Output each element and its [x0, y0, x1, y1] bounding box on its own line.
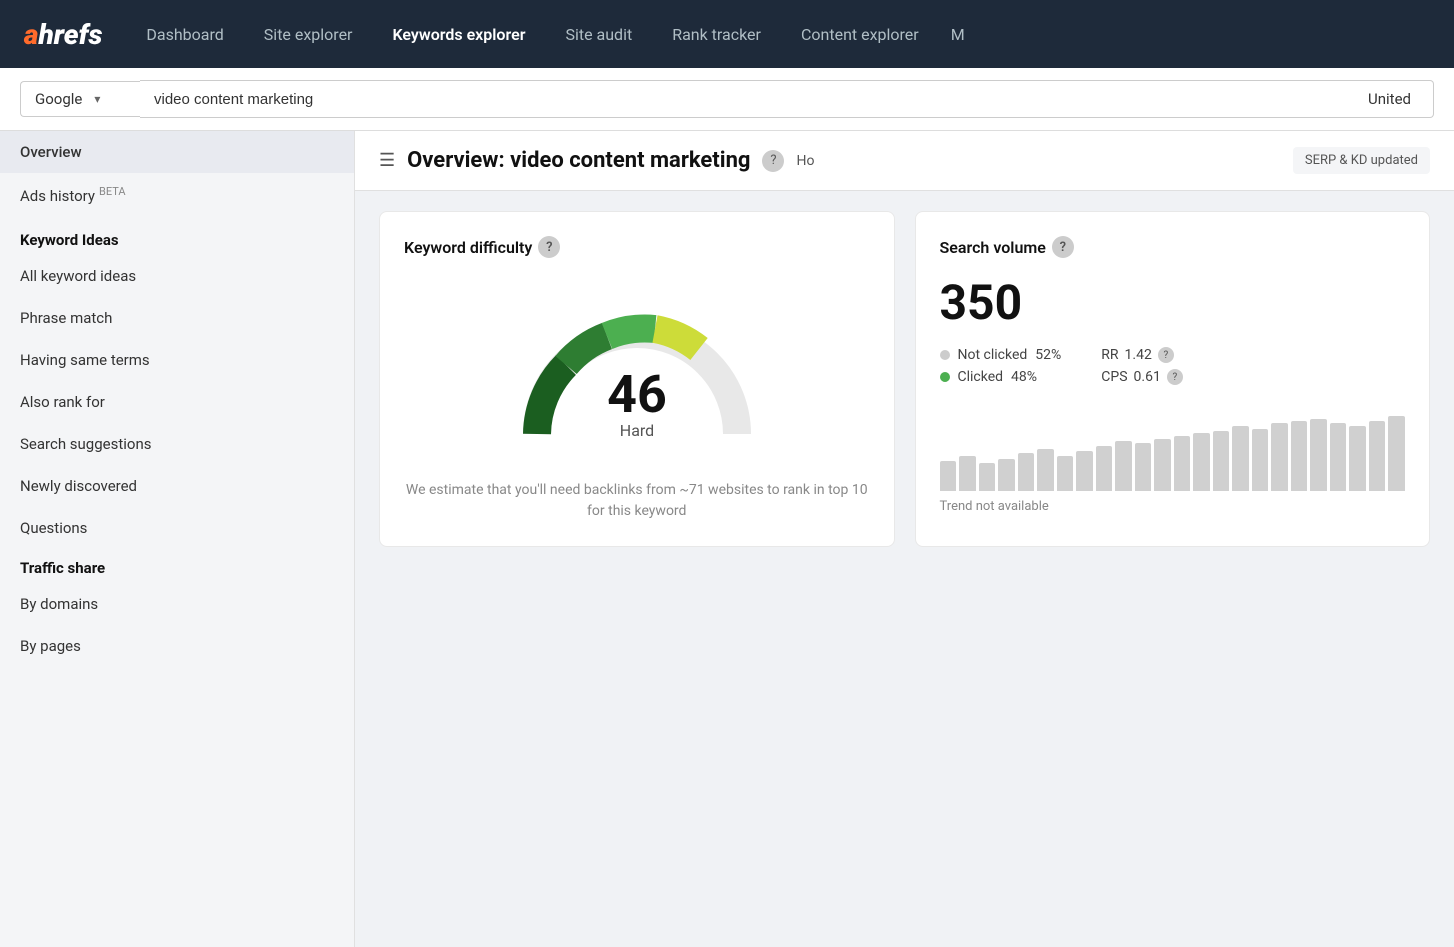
cps-value: 0.61: [1134, 369, 1161, 385]
rr-value: 1.42: [1125, 347, 1152, 363]
clicked-dot: [940, 372, 950, 382]
logo[interactable]: ahrefs: [24, 18, 102, 51]
bar-item: [1232, 426, 1249, 491]
trend-label: Trend not available: [940, 499, 1406, 514]
page-header: ☰ Overview: video content marketing ? Ho…: [355, 131, 1454, 191]
gauge-difficulty-label: Hard: [620, 421, 654, 440]
logo-hrefs: hrefs: [38, 18, 102, 51]
not-clicked-row: Not clicked 52%: [940, 347, 1062, 363]
sidebar-traffic-share-header: Traffic share: [0, 549, 354, 583]
volume-number: 350: [940, 274, 1406, 331]
bar-item: [1076, 451, 1093, 491]
main-layout: Overview Ads historyBETA Keyword Ideas A…: [0, 131, 1454, 947]
rr-label: RR: [1101, 347, 1118, 363]
sidebar: Overview Ads historyBETA Keyword Ideas A…: [0, 131, 355, 947]
rr-row: RR 1.42 ?: [1101, 347, 1183, 363]
search-engine-label: Google: [35, 90, 82, 108]
clicked-row: Clicked 48%: [940, 369, 1062, 385]
help-icon[interactable]: ?: [762, 150, 784, 172]
bar-item: [979, 463, 996, 491]
bar-item: [1096, 446, 1113, 491]
nav-rank-tracker[interactable]: Rank tracker: [656, 17, 777, 52]
sidebar-item-search-suggestions[interactable]: Search suggestions: [0, 423, 354, 465]
sidebar-item-all-keyword-ideas[interactable]: All keyword ideas: [0, 255, 354, 297]
top-navigation: ahrefs Dashboard Site explorer Keywords …: [0, 0, 1454, 68]
search-bar: Google ▾ United: [0, 68, 1454, 131]
content-area: ☰ Overview: video content marketing ? Ho…: [355, 131, 1454, 947]
bar-item: [1349, 426, 1366, 491]
bar-item: [1388, 416, 1405, 491]
kd-help-icon[interactable]: ?: [538, 236, 560, 258]
not-clicked-pct: 52%: [1035, 347, 1061, 363]
sidebar-keyword-ideas-header: Keyword Ideas: [0, 217, 354, 255]
page-title: Overview: video content marketing: [407, 148, 750, 173]
sidebar-item-newly-discovered[interactable]: Newly discovered: [0, 465, 354, 507]
volume-stats: Not clicked 52% Clicked 48% RR 1.42: [940, 347, 1406, 391]
bar-item: [1310, 419, 1327, 491]
bar-item: [1135, 443, 1152, 491]
click-stats: Not clicked 52% Clicked 48%: [940, 347, 1062, 391]
bar-item: [1369, 421, 1386, 491]
sidebar-item-overview[interactable]: Overview: [0, 131, 354, 173]
logo-a: a: [24, 18, 38, 51]
gauge-score: 46: [607, 364, 667, 425]
bar-item: [1154, 439, 1171, 491]
search-volume-card: Search volume ? 350 Not clicked 52% Clic…: [915, 211, 1431, 547]
bar-item: [1291, 421, 1308, 491]
sidebar-item-by-domains[interactable]: By domains: [0, 583, 354, 625]
keyword-difficulty-title: Keyword difficulty ?: [404, 236, 870, 258]
gauge-container: 46 Hard: [404, 274, 870, 464]
bar-item: [1057, 456, 1074, 491]
keyword-difficulty-card: Keyword difficulty ?: [379, 211, 895, 547]
bar-item: [1330, 423, 1347, 491]
search-input[interactable]: [140, 80, 1354, 118]
cps-help-icon[interactable]: ?: [1167, 369, 1183, 385]
sidebar-item-ads-history[interactable]: Ads historyBETA: [0, 173, 354, 217]
nav-site-explorer[interactable]: Site explorer: [248, 17, 369, 52]
not-clicked-label: Not clicked: [958, 347, 1028, 363]
sidebar-item-having-same-terms[interactable]: Having same terms: [0, 339, 354, 381]
hamburger-icon[interactable]: ☰: [379, 150, 395, 171]
chevron-down-icon: ▾: [94, 92, 100, 106]
rr-cps-stats: RR 1.42 ? CPS 0.61 ?: [1101, 347, 1183, 391]
trend-bar-chart: [940, 411, 1406, 491]
serp-badge: SERP & KD updated: [1293, 147, 1430, 174]
beta-badge: BETA: [99, 185, 126, 198]
bar-item: [1213, 431, 1230, 491]
cps-label: CPS: [1101, 369, 1127, 385]
rr-help-icon[interactable]: ?: [1158, 347, 1174, 363]
bar-item: [1174, 436, 1191, 491]
nav-more[interactable]: M: [943, 17, 973, 52]
bar-item: [1271, 423, 1288, 491]
not-clicked-dot: [940, 350, 950, 360]
nav-dashboard[interactable]: Dashboard: [130, 17, 239, 52]
sv-help-icon[interactable]: ?: [1052, 236, 1074, 258]
sidebar-item-by-pages[interactable]: By pages: [0, 625, 354, 667]
nav-site-audit[interactable]: Site audit: [549, 17, 648, 52]
sidebar-item-questions[interactable]: Questions: [0, 507, 354, 549]
bar-item: [1115, 441, 1132, 491]
bar-item: [1193, 433, 1210, 491]
ho-text: Ho: [796, 153, 814, 169]
bar-item: [1037, 449, 1054, 491]
bar-item: [959, 456, 976, 491]
cps-row: CPS 0.61 ?: [1101, 369, 1183, 385]
sidebar-item-phrase-match[interactable]: Phrase match: [0, 297, 354, 339]
cards-grid: Keyword difficulty ?: [355, 191, 1454, 567]
clicked-pct: 48%: [1011, 369, 1037, 385]
nav-keywords-explorer[interactable]: Keywords explorer: [376, 17, 541, 52]
bar-item: [1252, 429, 1269, 491]
nav-content-explorer[interactable]: Content explorer: [785, 17, 935, 52]
bar-item: [1018, 453, 1035, 491]
gauge-chart: 46 Hard: [507, 294, 767, 454]
bar-item: [940, 461, 957, 491]
sidebar-item-also-rank-for[interactable]: Also rank for: [0, 381, 354, 423]
gauge-description: We estimate that you'll need backlinks f…: [404, 480, 870, 522]
clicked-label: Clicked: [958, 369, 1004, 385]
bar-item: [998, 459, 1015, 491]
search-engine-select[interactable]: Google ▾: [20, 81, 140, 117]
search-country[interactable]: United: [1354, 80, 1434, 118]
search-volume-title: Search volume ?: [940, 236, 1406, 258]
